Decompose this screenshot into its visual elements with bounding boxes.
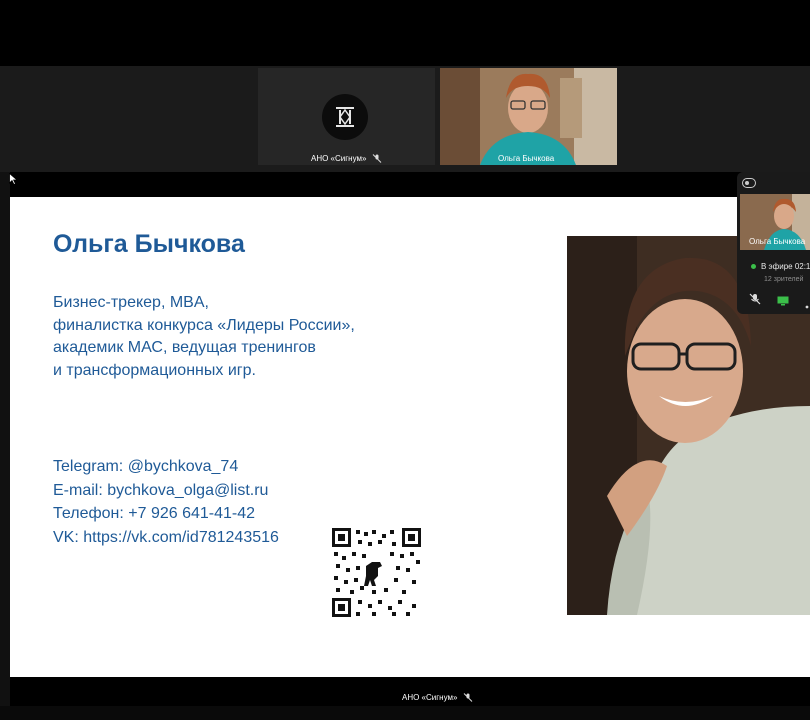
description-line: и трансформационных игр. (53, 361, 256, 379)
live-status: В эфире 02:1 (751, 262, 810, 271)
slide-contacts: Telegram: @bychkova_74 E-mail: bychkova_… (53, 455, 279, 549)
presenter-label: АНО «Сигнум» (402, 693, 473, 703)
mouse-cursor-icon (9, 172, 19, 190)
contact-email: E-mail: bychkova_olga@list.ru (53, 481, 269, 499)
slide-speaker-description: Бизнес-трекер, MBA, финалистка конкурса … (53, 292, 355, 382)
description-line: финалистка конкурса «Лидеры России», (53, 316, 355, 334)
screen-share-icon[interactable] (777, 293, 789, 311)
description-line: Бизнес-трекер, MBA, (53, 294, 209, 311)
speaker-mini-label: Ольга Бычкова (749, 237, 806, 246)
participant-tile-video[interactable] (440, 68, 617, 165)
contact-telegram: Telegram: @bychkova_74 (53, 458, 239, 475)
qr-code (332, 528, 421, 617)
contact-vk: VK: https://vk.com/id781243516 (53, 528, 279, 546)
panel-toggle-icon[interactable] (742, 175, 756, 193)
org-logo-icon (322, 94, 368, 140)
viewer-count: 12 зрителей (764, 276, 804, 283)
participant-label-video: Ольга Бычкова (498, 154, 555, 163)
contact-phone: Телефон: +7 926 641-41-42 (53, 505, 256, 523)
description-line: академик МАС, ведущая тренингов (53, 339, 316, 357)
stage-left-edge (0, 172, 10, 706)
mic-toggle-icon[interactable] (749, 292, 761, 310)
participant-label-org: АНО «Сигнум» (311, 154, 382, 164)
bottom-strip (0, 706, 810, 720)
more-options-icon[interactable] (804, 296, 810, 314)
mic-muted-icon (372, 154, 382, 164)
mic-muted-icon (463, 693, 473, 703)
slide-top-band (10, 172, 810, 197)
slide-speaker-name: Ольга Бычкова (53, 230, 245, 258)
live-dot-icon (751, 264, 756, 270)
top-black-bar (0, 0, 810, 66)
